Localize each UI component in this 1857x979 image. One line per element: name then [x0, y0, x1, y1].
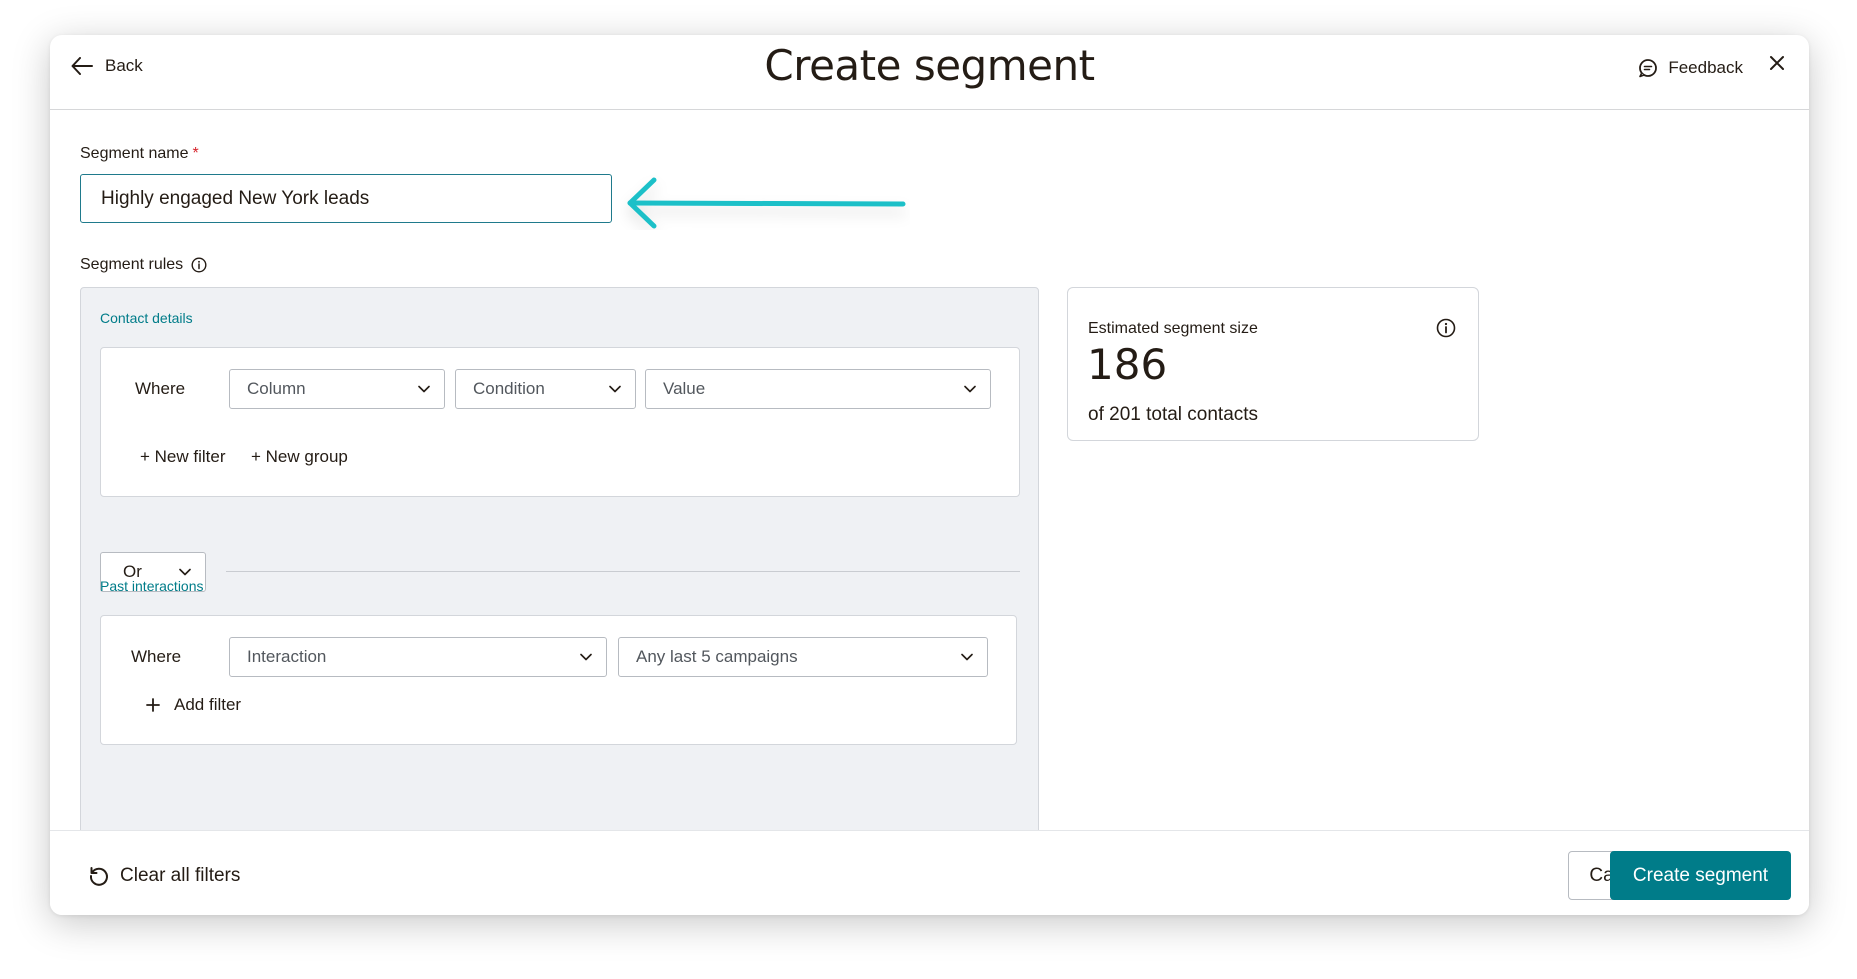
required-mark: * [192, 145, 199, 162]
clear-all-filters-label: Clear all filters [120, 865, 241, 886]
clear-all-filters-button[interactable]: Clear all filters [88, 865, 240, 887]
feedback-button[interactable]: Feedback [1638, 58, 1743, 78]
refresh-icon [89, 867, 108, 886]
campaigns-select[interactable]: Any last 5 campaigns [618, 637, 988, 677]
info-icon[interactable] [1436, 318, 1456, 338]
divider [226, 571, 1020, 572]
segment-rules-label-text: Segment rules [80, 256, 184, 273]
campaigns-select-value: Any last 5 campaigns [636, 647, 798, 666]
add-filter-label: Add filter [174, 695, 242, 714]
value-select[interactable]: Value [645, 369, 991, 409]
chat-bubble-icon [1639, 59, 1658, 78]
past-interactions-link[interactable]: Past interactions [100, 578, 204, 594]
where-label: Where [131, 647, 182, 666]
condition-select[interactable]: Condition [455, 369, 636, 409]
interaction-select[interactable]: Interaction [229, 637, 607, 677]
column-select[interactable]: Column [229, 369, 445, 409]
condition-select-value: Condition [473, 379, 545, 398]
segment-name-label: Segment name * [80, 145, 199, 163]
add-filter-button[interactable]: Add filter [146, 695, 241, 715]
annotation-arrow-icon [627, 177, 906, 229]
chevron-down-icon [964, 385, 976, 393]
estimated-size-card: Estimated segment size 186 of 201 total … [1067, 287, 1479, 441]
close-icon[interactable] [1767, 53, 1787, 73]
contact-details-link[interactable]: Contact details [100, 310, 193, 326]
column-select-value: Column [247, 379, 306, 398]
page-title: Create segment [764, 41, 1095, 90]
past-interactions-group [100, 615, 1017, 745]
segment-rules-label: Segment rules [80, 256, 207, 274]
where-label: Where [135, 379, 186, 398]
chevron-down-icon [609, 385, 621, 393]
chevron-down-icon [580, 653, 592, 661]
plus-icon [146, 698, 160, 712]
modal-footer: Clear all filters Cancel Create segment [50, 830, 1809, 915]
create-segment-modal: Back Create segment Feedback Segment nam… [50, 35, 1809, 915]
info-icon[interactable] [191, 257, 207, 273]
create-segment-button[interactable]: Create segment [1610, 851, 1791, 900]
new-filter-button[interactable]: + New filter [140, 447, 226, 467]
value-select-value: Value [663, 379, 706, 398]
estimated-size-count: 186 [1087, 340, 1168, 389]
chevron-down-icon [961, 653, 973, 661]
chevron-down-icon [418, 385, 430, 393]
total-contacts-text: of 201 total contacts [1088, 404, 1259, 425]
new-group-button[interactable]: + New group [251, 447, 348, 467]
estimated-size-label: Estimated segment size [1088, 320, 1258, 337]
feedback-label: Feedback [1668, 58, 1743, 77]
chevron-down-icon [179, 568, 191, 576]
modal-header: Back Create segment Feedback [50, 35, 1809, 110]
segment-name-label-text: Segment name [80, 145, 189, 162]
segment-name-input[interactable] [80, 174, 612, 223]
interaction-select-value: Interaction [247, 647, 327, 666]
